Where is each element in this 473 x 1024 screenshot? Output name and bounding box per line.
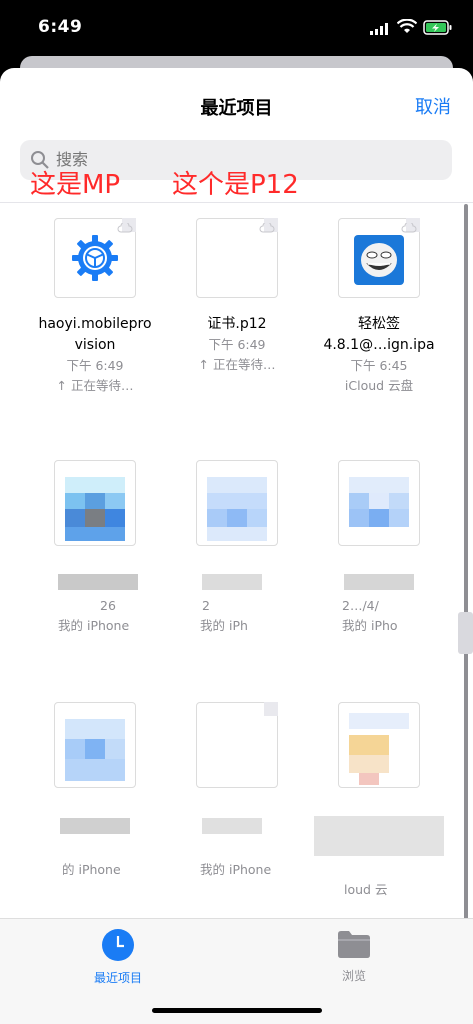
file-item-blurred[interactable]: 我的 iPhone (162, 702, 312, 902)
cellular-signal-icon (370, 23, 388, 35)
tab-recents[interactable]: 最近项目 (58, 929, 178, 986)
settings-gear-icon (72, 235, 118, 281)
cloud-icon (117, 223, 133, 233)
file-thumbnail (338, 218, 420, 298)
file-name-line1: haoyi.mobilepro (38, 316, 152, 332)
file-item-blurred[interactable]: 26 我的 iPhone (20, 460, 170, 660)
file-date: 下午 6:45 (350, 358, 408, 373)
cloud-icon (259, 223, 275, 233)
file-location: 的 iPhone (62, 862, 121, 877)
file-thumbnail (54, 702, 136, 788)
file-thumbnail (54, 218, 136, 298)
status-bar: 6:49 (0, 0, 473, 58)
file-name: 证书.p12 (162, 314, 312, 335)
folder-icon (338, 931, 370, 958)
file-date: 下午 6:49 (208, 337, 266, 352)
file-item-blurred[interactable]: 2 我的 iPh (162, 460, 312, 660)
file-thumbnail (338, 460, 420, 546)
file-thumbnail (338, 702, 420, 788)
annotation-mp: 这是MP (30, 170, 121, 200)
file-picker-sheet: 最近项目 取消 这是MP 这个是P12 (0, 68, 473, 1024)
file-thumbnail (196, 460, 278, 546)
file-name-line1: 证书.p12 (207, 316, 267, 332)
file-item-blurred[interactable]: 2…/4/ 我的 iPho (304, 460, 454, 660)
file-date: 26 (100, 598, 116, 613)
file-date: 2…/4/ (342, 598, 379, 613)
file-name-line2: 4.8.1@…ign.ipa (323, 337, 435, 353)
file-status: ↑ 正在等待… (198, 357, 276, 372)
file-thumbnail (196, 702, 278, 788)
clock-icon (102, 929, 134, 961)
battery-charging-icon (423, 20, 452, 35)
wifi-icon (397, 19, 417, 33)
file-location: 我的 iPho (342, 618, 398, 633)
file-name-line2: vision (74, 337, 116, 353)
file-item-blurred[interactable]: 的 iPhone (20, 702, 170, 902)
file-date: 2 (202, 598, 210, 613)
tab-browse-label: 浏览 (341, 969, 366, 983)
file-thumbnail (54, 460, 136, 546)
file-item-mobileprovision[interactable]: haoyi.mobilepro vision 下午 6:49 ↑ 正在等待… (20, 218, 170, 396)
app-icon (354, 235, 404, 285)
file-name: haoyi.mobilepro vision (20, 314, 170, 356)
file-location: loud 云 (344, 882, 388, 897)
annotation-p12: 这个是P12 (172, 170, 299, 200)
file-item-ipa[interactable]: 轻松签 4.8.1@…ign.ipa 下午 6:45 iCloud 云盘 (304, 218, 454, 396)
file-status: iCloud 云盘 (344, 378, 414, 393)
tab-recents-label: 最近项目 (93, 971, 142, 985)
file-location: 我的 iPhone (58, 618, 130, 633)
file-date: 下午 6:49 (66, 358, 124, 373)
file-name-line1: 轻松签 (358, 316, 400, 332)
file-location: 我的 iPhone (200, 862, 272, 877)
file-location: 我的 iPh (200, 618, 248, 633)
cancel-button[interactable]: 取消 (415, 93, 451, 119)
scroll-handle[interactable] (458, 612, 473, 654)
file-name: 轻松签 4.8.1@…ign.ipa (304, 314, 454, 356)
page-title: 最近项目 (200, 98, 273, 119)
cloud-icon (401, 223, 417, 233)
home-indicator[interactable] (152, 1008, 322, 1013)
file-thumbnail (196, 218, 278, 298)
file-item-p12[interactable]: 证书.p12 下午 6:49 ↑ 正在等待… (162, 218, 312, 375)
tab-browse[interactable]: 浏览 (294, 929, 414, 984)
status-time: 6:49 (38, 17, 83, 37)
file-item-blurred[interactable]: loud 云 (304, 702, 454, 902)
divider (0, 202, 473, 203)
file-status: ↑ 正在等待… (56, 378, 134, 393)
